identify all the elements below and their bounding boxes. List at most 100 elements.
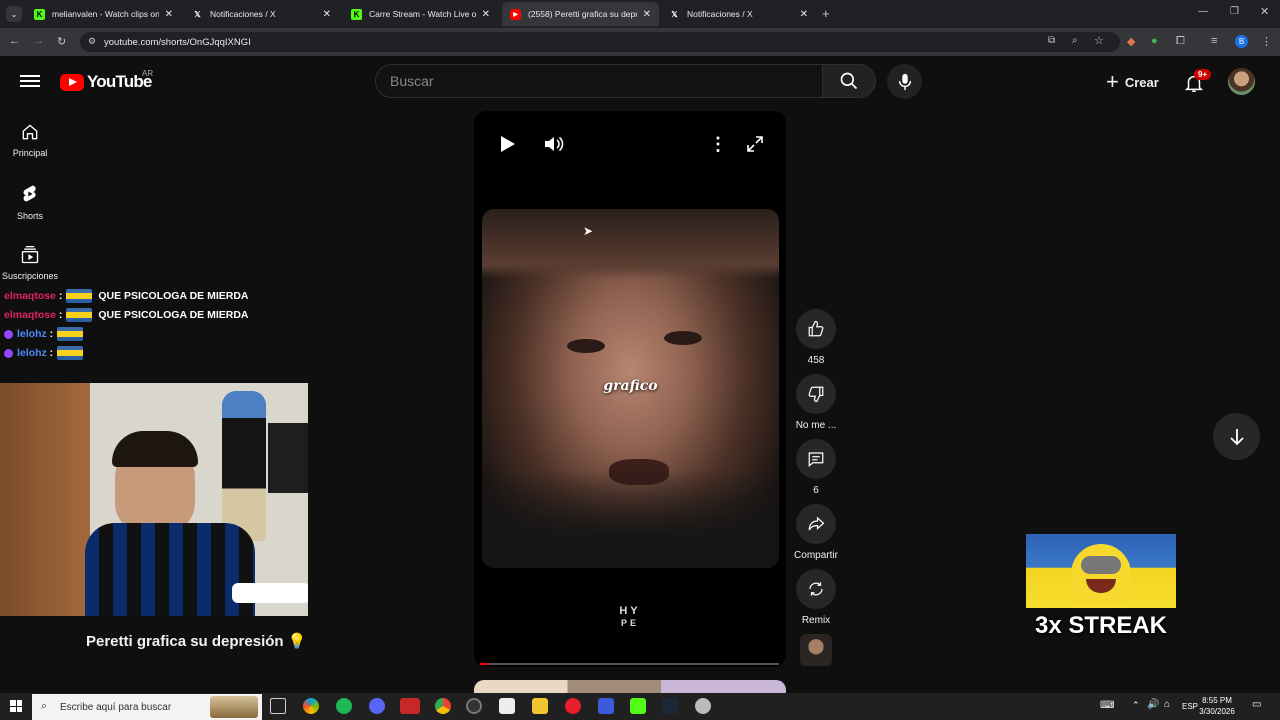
account-avatar[interactable] [1228,68,1255,95]
thumbs-down-icon [808,386,824,403]
reload-icon[interactable]: ↻ [57,35,66,48]
next-short-thumbnail[interactable] [474,680,786,694]
region-code: AR [142,69,154,78]
window-close-icon[interactable]: ✕ [1260,5,1269,18]
fullscreen-icon [747,136,763,152]
windows-start-icon[interactable] [10,700,22,712]
youtube-icon: ▶ [510,8,521,20]
network-icon[interactable]: ⌂ [1164,699,1170,710]
address-bar[interactable]: ⚙ youtube.com/shorts/OnGJqqIXNGI ⧉ ⌕ ☆ [80,32,1120,52]
new-tab-icon[interactable]: + [822,6,830,21]
create-button[interactable]: + Crear [1098,66,1167,98]
back-icon[interactable]: ← [9,35,20,47]
chrome-menu-icon[interactable]: ⋮ [1261,35,1272,48]
opera-icon[interactable] [565,698,581,714]
search-icon [840,72,858,90]
kick-icon[interactable] [630,698,646,714]
task-view-icon[interactable] [270,698,286,714]
plus-icon: + [1106,69,1119,94]
voice-search-button[interactable] [887,64,922,99]
close-tab-icon[interactable]: ✕ [643,9,651,20]
like-button[interactable]: 458 [794,309,838,366]
nav-item-subscriptions[interactable]: Suscripciones [0,245,60,281]
thumbs-up-icon [808,320,824,337]
minion-emote-icon [66,289,93,303]
restore-icon[interactable]: ❐ [1230,6,1239,17]
speaker-icon[interactable]: 🔊 [1147,699,1159,710]
hamburger-menu-icon[interactable] [20,72,40,90]
spotify-icon[interactable] [336,698,352,714]
url-text: youtube.com/shorts/OnGJqqIXNGI [104,36,251,48]
close-tab-icon[interactable]: ✕ [800,9,808,20]
steam-icon[interactable] [662,698,678,714]
remix-icon [809,582,823,596]
arrow-down-icon [1229,428,1244,445]
subscriber-badge-icon [4,329,13,339]
search-input[interactable] [376,65,822,97]
install-app-icon[interactable]: ⧉ [1048,35,1055,46]
copilot-icon[interactable] [303,698,319,714]
video-subtitle: grafico [603,378,658,394]
discord-icon[interactable] [369,698,385,714]
minimize-icon[interactable]: — [1198,6,1208,17]
minion-emote-icon [57,346,84,360]
streak-label: 3x STREAK [1034,612,1168,639]
volume-icon [545,136,564,152]
browser-tab[interactable]: 𝕏 Notificaciones / X ✕ [184,2,339,26]
bookmark-star-icon[interactable]: ☆ [1094,34,1104,47]
extensions-puzzle-icon[interactable]: ⧠ [1176,35,1185,48]
extension-fox-icon[interactable]: ◆ [1127,35,1135,48]
browser-tab-active[interactable]: ▶ (2558) Peretti grafica su depresi ✕ [502,2,659,26]
capcut-icon[interactable] [499,698,515,714]
share-button[interactable]: Compartir [794,504,838,561]
search-box[interactable] [375,64,823,98]
nav-item-shorts[interactable]: Shorts [0,183,60,221]
volume-button[interactable] [543,134,565,159]
tray-chevron-icon[interactable]: ⌃ [1132,700,1140,711]
zoom-icon[interactable]: ⌕ [1072,35,1078,46]
app-icon[interactable] [695,698,711,714]
app-icon[interactable] [598,698,614,714]
browser-tab[interactable]: K Carre Stream - Watch Live on K ✕ [343,2,498,26]
profile-icon[interactable]: B [1235,35,1248,48]
fullscreen-button[interactable] [746,135,764,158]
next-video-button[interactable] [1213,413,1260,460]
more-options-icon[interactable]: ⋮ [709,134,727,155]
play-icon [501,136,515,152]
shorts-icon [23,185,36,202]
site-info-icon[interactable]: ⚙ [88,36,96,47]
nav-item-home[interactable]: Principal [0,122,60,158]
extension-colors-icon[interactable]: ● [1151,35,1158,47]
home-icon [22,124,38,140]
comments-button[interactable]: 6 [794,439,838,496]
subscriptions-icon [21,246,39,264]
close-tab-icon[interactable]: ✕ [482,9,490,20]
sound-thumbnail[interactable] [800,634,832,666]
tab-search-button[interactable]: ⌄ [6,6,22,22]
search-button[interactable] [822,64,876,98]
forward-icon[interactable]: → [33,35,44,47]
remix-button[interactable]: Remix [794,569,838,626]
taskbar-search[interactable]: ⌕ Escribe aquí para buscar [32,694,262,720]
language-indicator[interactable]: ESP [1182,702,1198,711]
dislike-button[interactable]: No me ... [794,374,838,431]
chrome-icon[interactable] [435,698,451,714]
file-explorer-icon[interactable] [532,698,548,714]
close-tab-icon[interactable]: ✕ [323,9,331,20]
chat-message: elmaqtose : QUE PSICOLOGA DE MIERDA [4,308,249,322]
close-tab-icon[interactable]: ✕ [165,9,173,20]
play-button[interactable] [497,134,517,159]
search-icon: ⌕ [41,700,48,712]
stream-caption: Peretti grafica su depresión 💡 [86,633,307,650]
progress-bar[interactable] [480,663,779,665]
browser-tab[interactable]: 𝕏 Notificaciones / X ✕ [661,2,816,26]
taskbar-clock[interactable]: 8:55 PM 3/30/2026 [1198,695,1236,717]
kick-icon: K [34,8,45,20]
notification-center-icon[interactable]: ▭ [1252,699,1261,710]
voicemeeter-icon[interactable] [400,698,420,714]
obs-icon[interactable] [466,698,482,714]
reading-list-icon[interactable]: ≡ [1211,35,1217,47]
youtube-logo[interactable]: YouTube [60,72,152,92]
keyboard-icon[interactable]: ⌨ [1100,700,1114,711]
browser-tab[interactable]: K melianvalen - Watch clips on K ✕ [26,2,181,26]
